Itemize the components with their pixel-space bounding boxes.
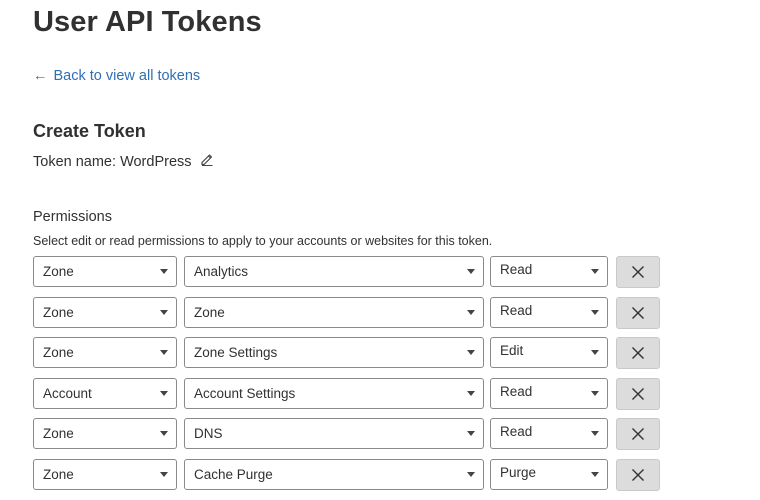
resource-select[interactable]: Account Settings xyxy=(184,377,484,409)
chevron-down-icon xyxy=(160,309,168,315)
scope-select[interactable]: Zone xyxy=(33,337,177,368)
remove-permission-button[interactable] xyxy=(616,337,660,369)
scope-select-value: Zone xyxy=(43,304,74,320)
scope-select[interactable]: Zone xyxy=(33,458,177,490)
remove-permission-button[interactable] xyxy=(616,296,660,329)
chevron-down-icon xyxy=(591,471,599,477)
chevron-down-icon xyxy=(467,350,475,355)
resource-select[interactable]: DNS xyxy=(184,418,484,449)
arrow-left-icon: ← xyxy=(33,68,48,84)
scope-select[interactable]: Zone xyxy=(33,296,177,328)
permission-level-value: Read xyxy=(500,262,533,277)
remove-permission-button[interactable] xyxy=(616,458,660,491)
permission-level-value: Read xyxy=(500,302,533,318)
close-icon xyxy=(632,347,644,359)
edit-token-name-button[interactable] xyxy=(200,152,216,168)
resource-select-value: Cache Purge xyxy=(194,466,273,482)
close-icon xyxy=(632,306,644,319)
permissions-label: Permissions xyxy=(33,209,112,225)
remove-permission-button[interactable] xyxy=(616,418,660,450)
permission-level-select[interactable]: Purge xyxy=(490,458,608,490)
resource-select-value: Zone xyxy=(194,304,225,320)
pencil-icon xyxy=(200,154,213,166)
page-title: User API Tokens xyxy=(33,6,262,38)
token-name-value: WordPress xyxy=(120,154,192,170)
chevron-down-icon xyxy=(160,471,168,477)
permission-level-select[interactable]: Read xyxy=(490,296,608,328)
chevron-down-icon xyxy=(160,350,168,355)
scope-select-value: Account xyxy=(43,385,92,401)
token-name-label: Token name: xyxy=(33,154,117,170)
close-icon xyxy=(632,468,644,481)
resource-select-value: Account Settings xyxy=(194,385,296,401)
scope-select-value: Zone xyxy=(43,466,74,482)
resource-select-value: Zone Settings xyxy=(194,345,278,360)
scope-select-value: Zone xyxy=(43,345,74,360)
token-name-row: Token name: WordPress xyxy=(33,154,216,170)
permission-level-select[interactable]: Read xyxy=(490,377,608,409)
permissions-description: Select edit or read permissions to apply… xyxy=(33,234,493,248)
back-to-tokens-link[interactable]: ← Back to view all tokens xyxy=(33,68,200,84)
chevron-down-icon xyxy=(591,350,599,355)
chevron-down-icon xyxy=(591,269,599,274)
chevron-down-icon xyxy=(591,390,599,396)
chevron-down-icon xyxy=(467,309,475,315)
chevron-down-icon xyxy=(467,471,475,477)
remove-permission-button[interactable] xyxy=(616,377,660,410)
close-icon xyxy=(632,387,644,400)
close-icon xyxy=(632,266,644,278)
scope-select[interactable]: Account xyxy=(33,377,177,409)
create-token-title: Create Token xyxy=(33,121,146,141)
resource-select[interactable]: Zone Settings xyxy=(184,337,484,368)
scope-select[interactable]: Zone xyxy=(33,418,177,449)
resource-select[interactable]: Analytics xyxy=(184,256,484,287)
remove-permission-button[interactable] xyxy=(616,256,660,288)
scope-select[interactable]: Zone xyxy=(33,256,177,287)
chevron-down-icon xyxy=(467,431,475,436)
close-icon xyxy=(632,428,644,440)
resource-select[interactable]: Cache Purge xyxy=(184,458,484,490)
permission-level-value: Read xyxy=(500,383,533,399)
permission-level-select[interactable]: Read xyxy=(490,418,608,449)
chevron-down-icon xyxy=(160,269,168,274)
back-link-label: Back to view all tokens xyxy=(53,68,201,84)
permission-level-select[interactable]: Edit xyxy=(490,337,608,368)
chevron-down-icon xyxy=(467,269,475,274)
resource-select-value: Analytics xyxy=(194,264,249,279)
chevron-down-icon xyxy=(160,431,168,436)
scope-select-value: Zone xyxy=(43,264,74,279)
permission-level-value: Read xyxy=(500,424,533,439)
chevron-down-icon xyxy=(591,309,599,315)
chevron-down-icon xyxy=(467,390,475,396)
permission-level-select[interactable]: Read xyxy=(490,256,608,287)
chevron-down-icon xyxy=(160,390,168,396)
permission-level-value: Purge xyxy=(500,464,537,480)
resource-select[interactable]: Zone xyxy=(184,296,484,328)
chevron-down-icon xyxy=(591,431,599,436)
resource-select-value: DNS xyxy=(194,426,223,441)
scope-select-value: Zone xyxy=(43,426,74,441)
permission-level-value: Edit xyxy=(500,343,524,358)
